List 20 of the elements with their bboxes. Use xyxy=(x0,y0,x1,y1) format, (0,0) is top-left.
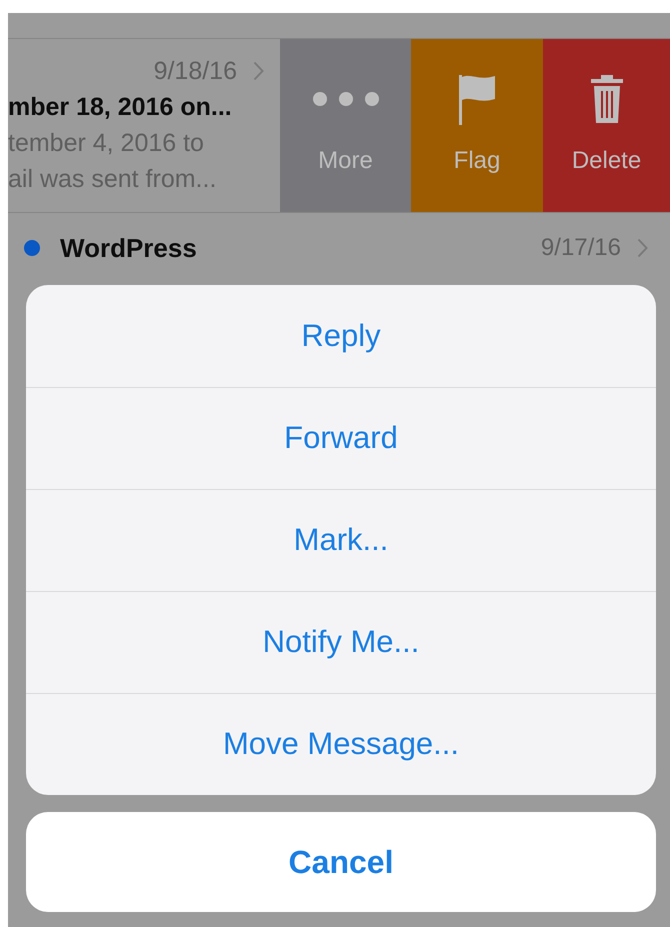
flag-icon xyxy=(457,72,497,124)
action-sheet-item[interactable]: Notify Me... xyxy=(26,591,656,693)
delete-button[interactable]: Delete xyxy=(543,39,670,212)
sender-name: WordPress xyxy=(60,232,197,264)
more-icon xyxy=(312,90,380,106)
action-sheet-item[interactable]: Move Message... xyxy=(26,693,656,795)
chevron-icon xyxy=(253,61,264,81)
message-date: 9/17/16 xyxy=(540,233,621,263)
action-sheet-item[interactable]: Forward xyxy=(26,387,656,489)
chevron-icon xyxy=(637,238,648,258)
more-button[interactable]: More xyxy=(280,39,411,212)
action-sheet-item[interactable]: Reply xyxy=(26,285,656,387)
action-sheet-item[interactable]: Mark... xyxy=(26,489,656,591)
message-subject: mber 18, 2016 on... xyxy=(8,92,233,123)
message-preview: ail was sent from... xyxy=(8,164,218,195)
message-preview: tember 4, 2016 to xyxy=(8,128,205,159)
flag-button[interactable]: Flag xyxy=(411,39,543,212)
message-date: 9/18/16 xyxy=(154,56,237,87)
cancel-button[interactable]: Cancel xyxy=(26,812,656,912)
trash-icon xyxy=(588,74,624,124)
